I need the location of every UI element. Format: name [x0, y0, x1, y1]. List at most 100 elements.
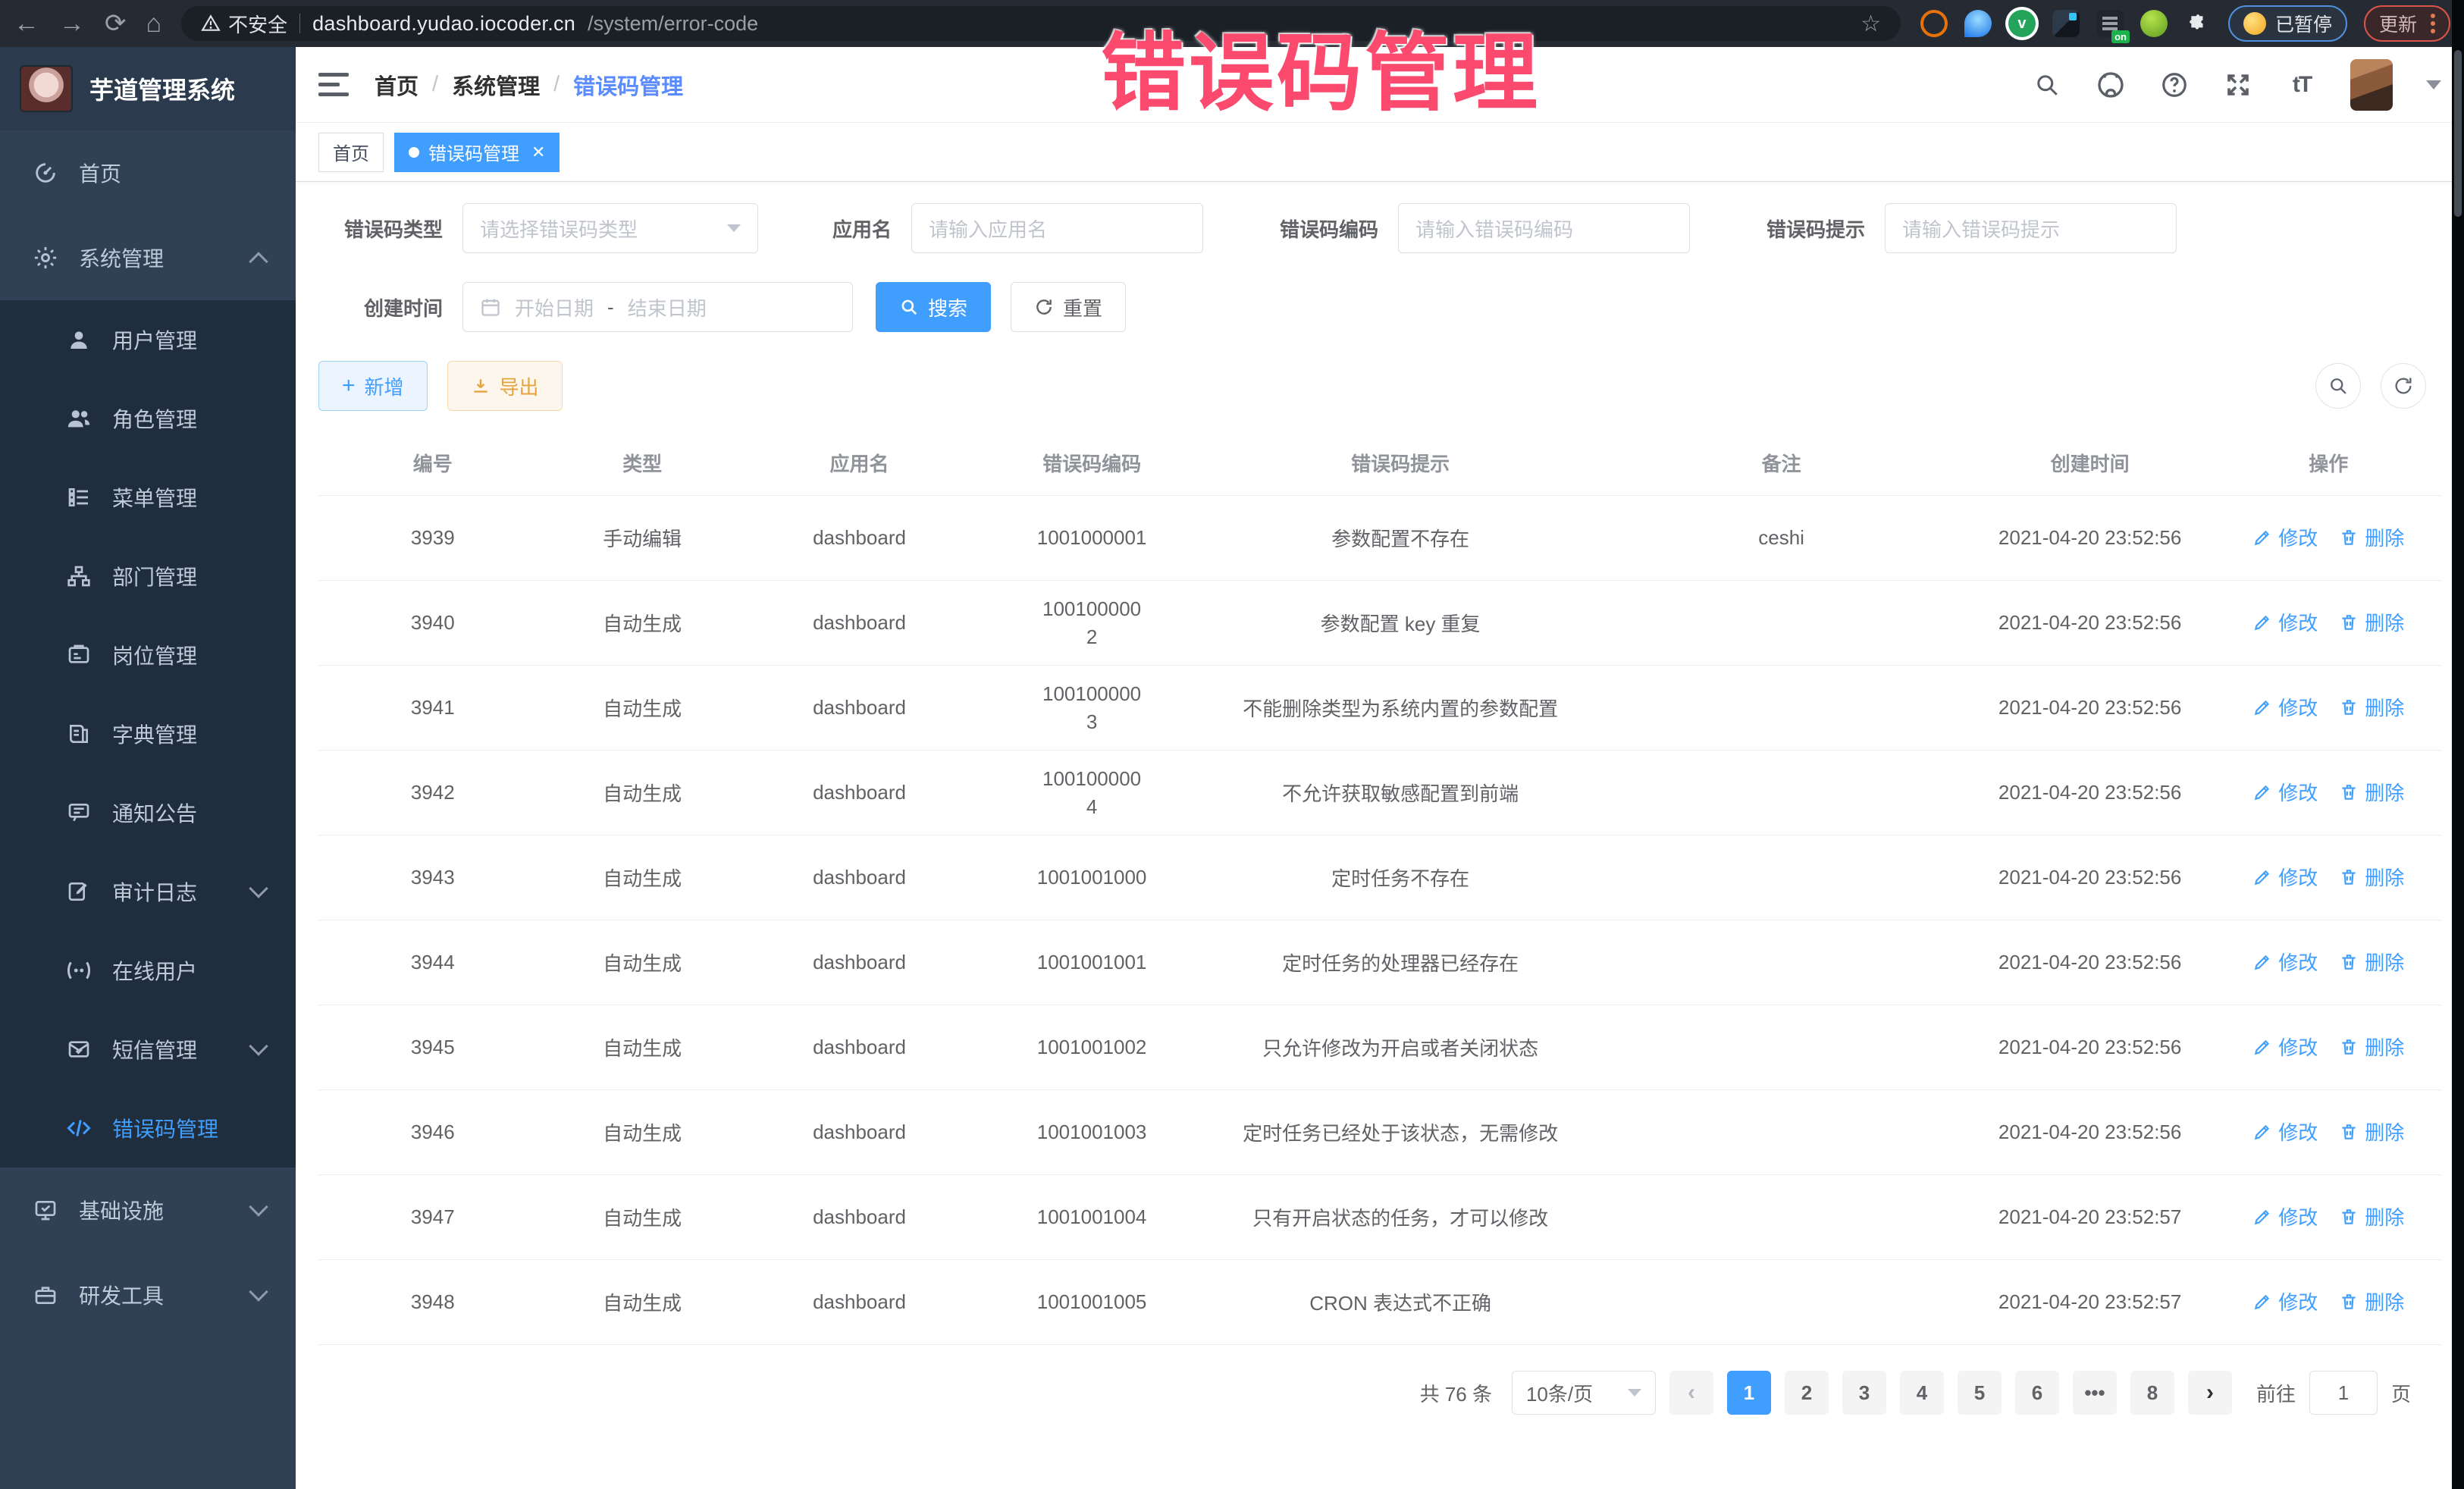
next-page-button[interactable]: ›	[2188, 1371, 2232, 1415]
hamburger-icon[interactable]	[318, 73, 349, 96]
github-icon[interactable]	[2096, 70, 2126, 100]
delete-link[interactable]: 删除	[2339, 778, 2404, 806]
page-ellipsis[interactable]: •••	[2073, 1371, 2117, 1415]
sidebar-logo[interactable]: 芋道管理系统	[0, 47, 296, 130]
reload-icon[interactable]: ⟳	[105, 11, 127, 36]
app-name-placeholder: 请输入应用名	[929, 215, 1186, 243]
error-msg-input[interactable]: 请输入错误码提示	[1885, 203, 2177, 253]
sidebar-item-通知公告[interactable]: 通知公告	[0, 773, 296, 852]
page-button-3[interactable]: 3	[1842, 1371, 1886, 1415]
sidebar-item-短信管理[interactable]: 短信管理	[0, 1010, 296, 1089]
search-icon[interactable]	[2032, 70, 2062, 100]
sidebar-item-菜单管理[interactable]: 菜单管理	[0, 458, 296, 537]
edit-link[interactable]: 修改	[2252, 608, 2318, 636]
extension-drop-icon[interactable]	[1964, 10, 1992, 37]
back-icon[interactable]: ←	[14, 11, 39, 36]
delete-link[interactable]: 删除	[2339, 863, 2404, 891]
extensions-puzzle-icon[interactable]	[2184, 10, 2212, 37]
sidebar-item-角色管理[interactable]: 角色管理	[0, 379, 296, 458]
fullscreen-icon[interactable]	[2223, 70, 2253, 100]
sidebar-item-审计日志[interactable]: 审计日志	[0, 852, 296, 931]
profile-chip[interactable]: 已暂停	[2228, 5, 2347, 42]
extension-orange-icon[interactable]	[1920, 10, 1948, 37]
edit-icon	[2252, 1207, 2272, 1227]
error-code-input[interactable]: 请输入错误码编码	[1398, 203, 1690, 253]
row-type: 自动生成	[547, 666, 738, 751]
forward-icon[interactable]: →	[59, 11, 85, 36]
sidebar-item-字典管理[interactable]: 字典管理	[0, 694, 296, 773]
browser-menu-icon[interactable]	[2431, 14, 2435, 33]
date-range-picker[interactable]: 开始日期 - 结束日期	[462, 282, 853, 332]
not-secure-label[interactable]: 不安全	[201, 10, 287, 38]
page-button-4[interactable]: 4	[1900, 1371, 1944, 1415]
tag-close-icon[interactable]: ✕	[531, 143, 545, 162]
reset-button[interactable]: 重置	[1011, 282, 1126, 332]
window-scrollbar[interactable]	[2452, 0, 2464, 1489]
sidebar-item-基础设施[interactable]: 基础设施	[0, 1168, 296, 1252]
edit-link[interactable]: 修改	[2252, 1287, 2318, 1315]
breadcrumb-separator: /	[432, 72, 438, 97]
refresh-table-button[interactable]	[2381, 363, 2426, 409]
sidebar-item-首页[interactable]: 首页	[0, 130, 296, 215]
sidebar-item-岗位管理[interactable]: 岗位管理	[0, 616, 296, 694]
error-type-select[interactable]: 请选择错误码类型	[462, 203, 758, 253]
delete-link[interactable]: 删除	[2339, 1202, 2404, 1230]
address-bar[interactable]: 不安全 dashboard.yudao.iocoder.cn/system/er…	[181, 6, 1901, 41]
tag-error-code[interactable]: 错误码管理 ✕	[394, 133, 560, 172]
edit-link[interactable]: 修改	[2252, 1033, 2318, 1061]
edit-link[interactable]: 修改	[2252, 1202, 2318, 1230]
font-size-icon[interactable]: tT	[2287, 70, 2317, 100]
tag-home[interactable]: 首页	[318, 133, 384, 172]
delete-label: 删除	[2365, 948, 2404, 976]
page-button-6[interactable]: 6	[2015, 1371, 2059, 1415]
edit-link[interactable]: 修改	[2252, 778, 2318, 806]
bookmark-star-icon[interactable]: ☆	[1861, 11, 1881, 37]
row-memo	[1598, 835, 1964, 920]
edit-link[interactable]: 修改	[2252, 863, 2318, 891]
home-icon[interactable]: ⌂	[146, 11, 162, 36]
delete-link[interactable]: 删除	[2339, 608, 2404, 636]
page-button-8[interactable]: 8	[2130, 1371, 2174, 1415]
breadcrumb-section[interactable]: 系统管理	[452, 69, 540, 101]
delete-link[interactable]: 删除	[2339, 1118, 2404, 1146]
extension-tampermonkey-icon[interactable]: on	[2096, 10, 2124, 37]
error-msg-placeholder: 请输入错误码提示	[1902, 215, 2159, 243]
prev-page-button[interactable]: ‹	[1669, 1371, 1713, 1415]
update-chip[interactable]: 更新	[2364, 5, 2450, 42]
sidebar-item-部门管理[interactable]: 部门管理	[0, 537, 296, 616]
page-button-2[interactable]: 2	[1785, 1371, 1829, 1415]
page-size-select[interactable]: 10条/页	[1512, 1371, 1656, 1415]
delete-link[interactable]: 删除	[2339, 693, 2404, 721]
sidebar-item-用户管理[interactable]: 用户管理	[0, 300, 296, 379]
avatar-caret-icon[interactable]	[2426, 80, 2441, 89]
show-search-button[interactable]	[2315, 363, 2361, 409]
edit-link[interactable]: 修改	[2252, 948, 2318, 976]
edit-link[interactable]: 修改	[2252, 1118, 2318, 1146]
delete-link[interactable]: 删除	[2339, 1287, 2404, 1315]
user-avatar[interactable]	[2350, 59, 2393, 111]
sidebar-item-错误码管理[interactable]: 错误码管理	[0, 1089, 296, 1168]
delete-link[interactable]: 删除	[2339, 1033, 2404, 1061]
extension-green-icon[interactable]: v	[2008, 10, 2036, 37]
help-icon[interactable]	[2159, 70, 2190, 100]
page-button-5[interactable]: 5	[1958, 1371, 2002, 1415]
sidebar-item-label: 菜单管理	[112, 482, 296, 513]
sidebar-item-在线用户[interactable]: 在线用户	[0, 931, 296, 1010]
app-name-input[interactable]: 请输入应用名	[911, 203, 1203, 253]
sidebar-item-系统管理[interactable]: 系统管理	[0, 215, 296, 300]
edit-link[interactable]: 修改	[2252, 523, 2318, 551]
sidebar-item-研发工具[interactable]: 研发工具	[0, 1252, 296, 1337]
breadcrumb-home[interactable]: 首页	[375, 69, 419, 101]
goto-page-input[interactable]: 1	[2309, 1371, 2378, 1415]
edit-link[interactable]: 修改	[2252, 693, 2318, 721]
delete-link[interactable]: 删除	[2339, 948, 2404, 976]
extension-key-icon[interactable]	[2140, 10, 2168, 37]
total-count: 共 76 条	[1420, 1379, 1492, 1407]
page-button-1[interactable]: 1	[1727, 1371, 1771, 1415]
extension-grid-icon[interactable]	[2052, 10, 2080, 37]
search-button[interactable]: 搜索	[876, 282, 991, 332]
scrollbar-thumb[interactable]	[2454, 50, 2462, 217]
add-button[interactable]: + 新增	[318, 361, 428, 411]
export-button[interactable]: 导出	[447, 361, 563, 411]
delete-link[interactable]: 删除	[2339, 523, 2404, 551]
